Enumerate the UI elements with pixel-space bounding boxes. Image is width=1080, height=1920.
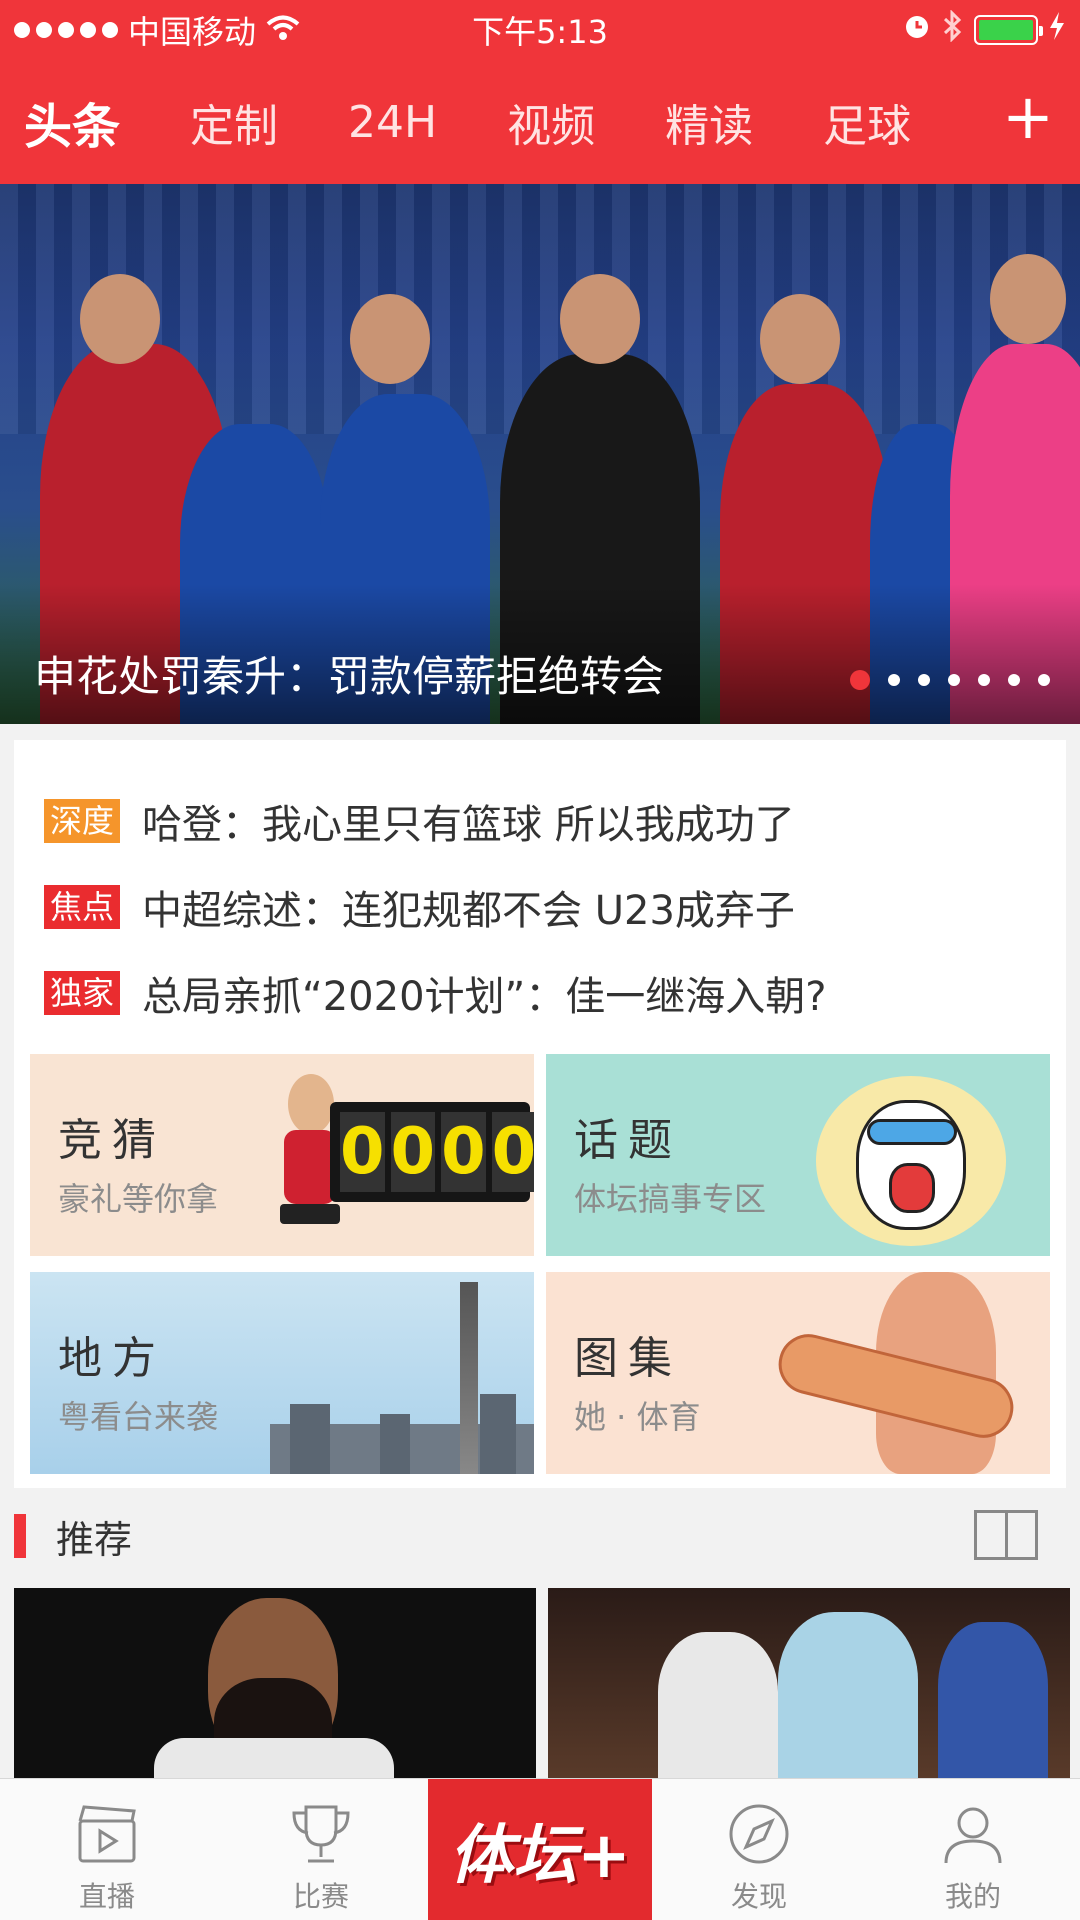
headline-text: 哈登：我心里只有篮球 所以我成功了: [142, 802, 795, 848]
score-digit: 0: [441, 1112, 486, 1192]
scoreboard-image: 0 0 0 0: [330, 1102, 534, 1202]
headline-text: 总局亲抓“2020计划”：佳一继海入朝?: [142, 974, 827, 1020]
tab-live[interactable]: 直播: [0, 1779, 214, 1920]
alarm-icon: [902, 11, 932, 49]
section-title: 推荐: [56, 1517, 133, 1562]
city-skyline-image: [270, 1394, 534, 1474]
banner-caption[interactable]: 申花处罚秦升：罚款停薪拒绝转会: [34, 643, 664, 704]
signal-strength-icon: [14, 22, 118, 38]
compass-icon: [729, 1804, 789, 1864]
status-time: 下午5:13: [472, 13, 608, 51]
score-digit: 0: [491, 1112, 534, 1192]
cartoon-character-image: [816, 1076, 1006, 1246]
tab-football[interactable]: 足球: [823, 90, 911, 154]
channel-tab-bar: 头条 定制 24H 视频 精读 足球 +: [0, 60, 1080, 184]
status-bar: 中国移动 下午5:13: [0, 0, 1080, 60]
pager-dot: [1008, 674, 1020, 686]
local-card[interactable]: 地方 粤看台来袭: [30, 1272, 534, 1474]
tab-24h[interactable]: 24H: [348, 97, 437, 148]
recommend-item[interactable]: [14, 1588, 536, 1782]
hero-banner[interactable]: 申花处罚秦升：罚款停薪拒绝转会: [0, 184, 1080, 724]
tab-home-logo[interactable]: 体坛+: [428, 1779, 652, 1920]
grid-layout-toggle-icon[interactable]: [974, 1510, 1038, 1560]
guess-card[interactable]: 竞猜 豪礼等你拿 0 0 0 0: [30, 1054, 534, 1256]
headline-list: 深度 哈登：我心里只有篮球 所以我成功了 焦点 中超综述：连犯规都不会 U23成…: [14, 740, 1066, 1040]
battery-icon: [974, 15, 1043, 45]
tab-discover[interactable]: 发现: [652, 1779, 866, 1920]
bluetooth-icon: [942, 9, 964, 50]
bottom-tab-bar: 直播 比赛 体坛+ 发现 我的: [0, 1778, 1080, 1920]
card-title: 竞猜: [58, 1115, 166, 1166]
card-subtitle: 豪礼等你拿: [58, 1180, 219, 1218]
tab-video[interactable]: 视频: [507, 90, 595, 154]
carrier-name: 中国移动: [128, 13, 257, 51]
tab-label: 比赛: [293, 1880, 350, 1913]
tab-match[interactable]: 比赛: [214, 1779, 428, 1920]
pager-dot: [888, 674, 900, 686]
pager-dot: [1038, 674, 1050, 686]
charging-icon: [1048, 11, 1066, 49]
headline-tag: 焦点: [44, 885, 121, 929]
card-subtitle: 她 · 体育: [574, 1398, 701, 1436]
section-accent-bar: [14, 1514, 26, 1558]
recommend-item[interactable]: [548, 1588, 1070, 1782]
gallery-card[interactable]: 图集 她 · 体育: [546, 1272, 1050, 1474]
add-channel-button[interactable]: +: [1002, 82, 1054, 152]
tab-custom[interactable]: 定制: [190, 90, 278, 154]
wifi-icon: [266, 11, 300, 49]
clapperboard-icon: [78, 1805, 136, 1863]
trophy-icon: [292, 1805, 350, 1863]
card-title: 图集: [574, 1333, 682, 1384]
headline-text: 中超综述：连犯规都不会 U23成弃子: [142, 888, 795, 934]
user-icon: [944, 1807, 1002, 1864]
headline-item[interactable]: 焦点 中超综述：连犯规都不会 U23成弃子: [44, 864, 1066, 950]
topic-card[interactable]: 话题 体坛搞事专区: [546, 1054, 1050, 1256]
headline-tag: 深度: [44, 799, 121, 843]
carousel-pager: [850, 670, 1050, 690]
tab-label: 直播: [79, 1880, 136, 1913]
tab-label: 发现: [730, 1880, 787, 1913]
card-subtitle: 粤看台来袭: [58, 1398, 219, 1436]
titan-plus-logo: 体坛+: [449, 1819, 631, 1893]
canton-tower-image: [460, 1282, 478, 1474]
tab-featured-reads[interactable]: 精读: [665, 90, 753, 154]
card-subtitle: 体坛搞事专区: [574, 1180, 767, 1218]
tab-label: 我的: [944, 1880, 1001, 1913]
pager-dot: [918, 674, 930, 686]
tab-me[interactable]: 我的: [866, 1779, 1080, 1920]
pager-dot: [850, 670, 870, 690]
pager-dot: [978, 674, 990, 686]
tab-headlines[interactable]: 头条: [24, 87, 120, 157]
headline-item[interactable]: 独家 总局亲抓“2020计划”：佳一继海入朝?: [44, 950, 1066, 1036]
headline-tag: 独家: [44, 971, 121, 1015]
recommend-section-header: 推荐: [0, 1496, 1080, 1576]
score-digit: 0: [340, 1112, 385, 1192]
pager-dot: [948, 674, 960, 686]
score-digit: 0: [390, 1112, 436, 1192]
card-title: 地方: [58, 1333, 166, 1384]
feature-grid: 竞猜 豪礼等你拿 0 0 0 0 话题 体坛搞事专区 地方 粤看台来袭 图集 她…: [14, 1040, 1066, 1488]
card-title: 话题: [574, 1115, 682, 1166]
headline-item[interactable]: 深度 哈登：我心里只有篮球 所以我成功了: [44, 778, 1066, 864]
